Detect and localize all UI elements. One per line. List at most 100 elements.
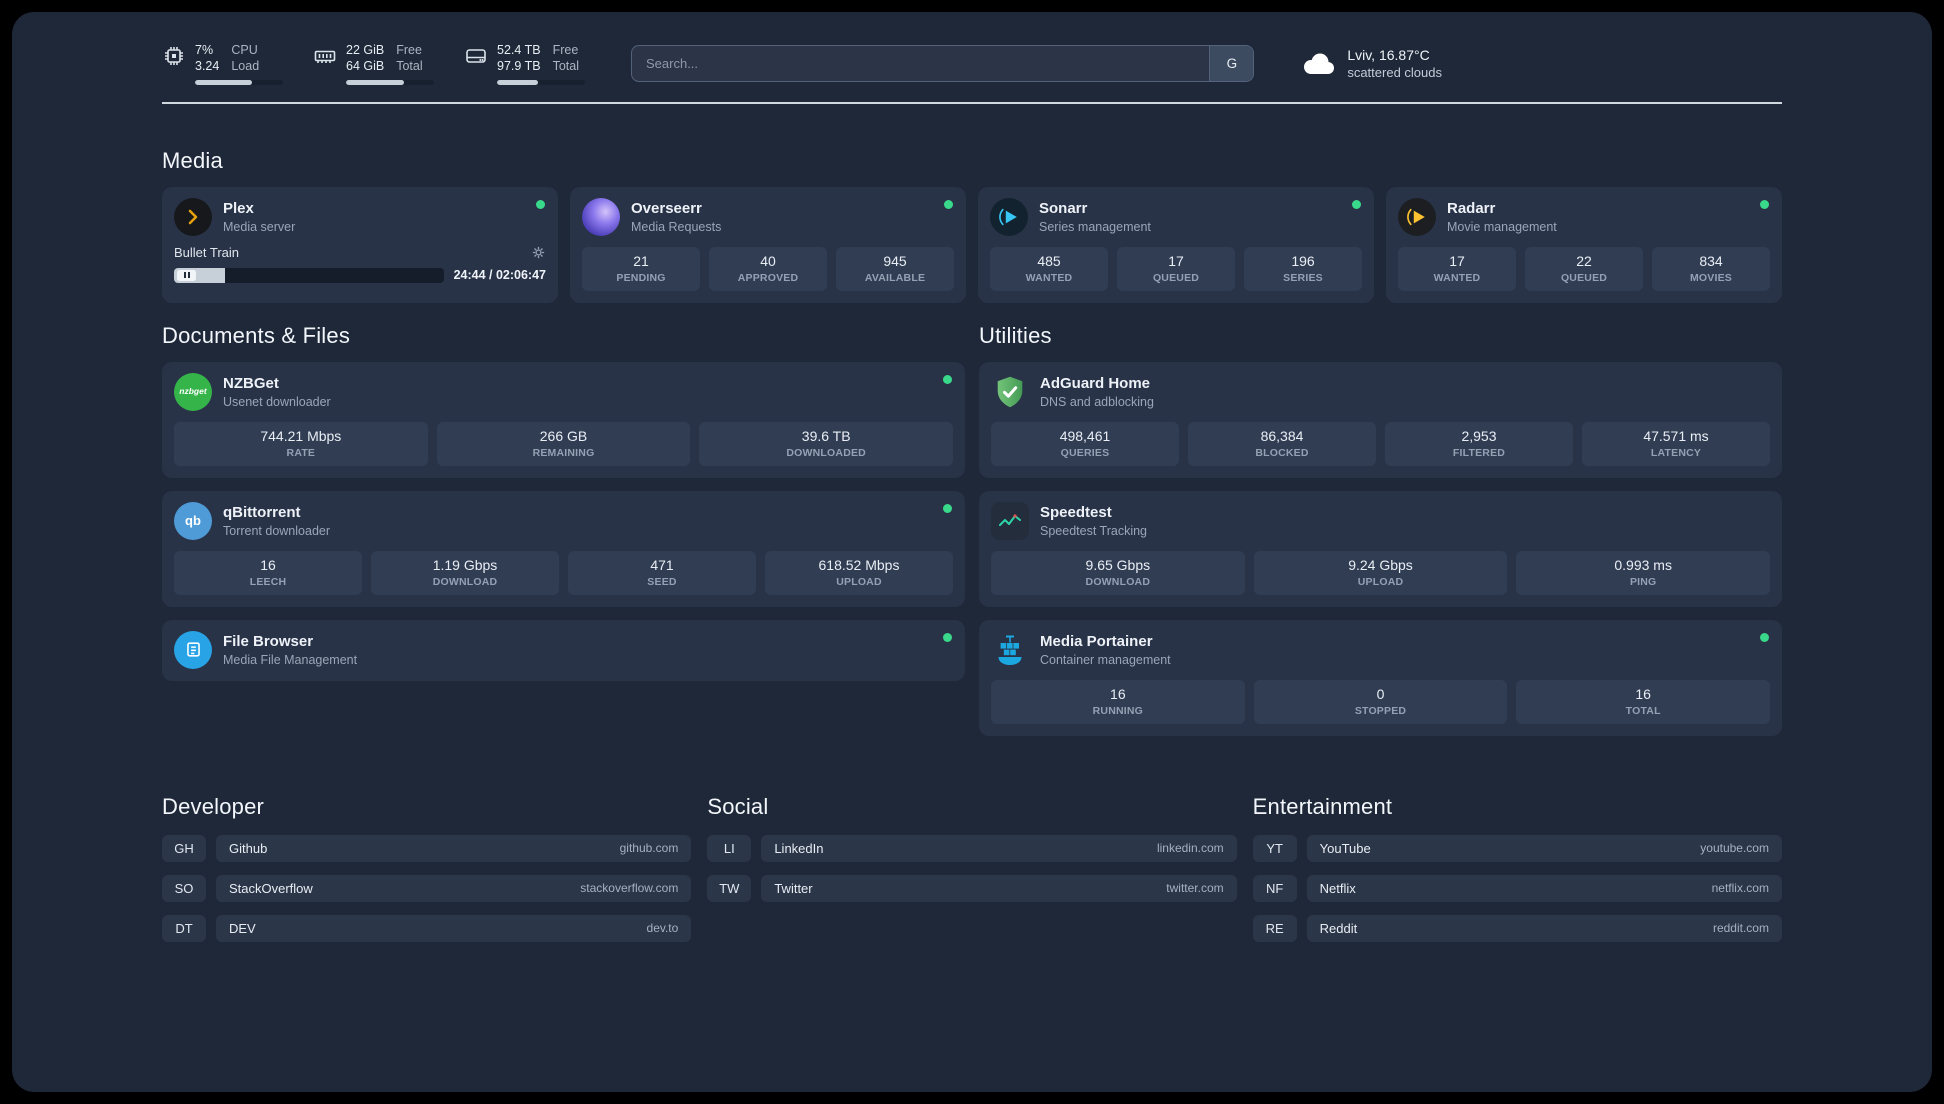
app-name: Media Portainer [1040, 632, 1153, 650]
radarr-card[interactable]: Radarr Movie management 17 WANTED 22 QUE… [1386, 186, 1782, 303]
bookmark-abbr[interactable]: TW [707, 874, 752, 902]
bookmark-url: dev.to [646, 921, 679, 935]
ram-widget: 22 GiB 64 GiB Free Total [313, 42, 434, 85]
app-name: AdGuard Home [1040, 374, 1151, 392]
status-dot [943, 374, 952, 384]
bookmark-abbr[interactable]: LI [707, 834, 752, 862]
stat-tile: 196 SERIES [1244, 246, 1362, 291]
adguard-shield-icon [991, 373, 1029, 411]
bookmark-link[interactable]: DEV dev.to [216, 914, 692, 942]
bookmark-item[interactable]: YT YouTube youtube.com [1252, 834, 1782, 862]
speedtest-chart-icon [991, 501, 1029, 540]
section-heading-social: Social [707, 793, 769, 819]
overseerr-card[interactable]: Overseerr Media Requests 21 PENDING 40 A… [570, 186, 966, 303]
bookmark-abbr[interactable]: SO [162, 874, 206, 902]
stat-tile: 0.993 ms PING [1516, 550, 1771, 595]
gear-icon[interactable] [531, 245, 546, 260]
qbittorrent-card[interactable]: qb qBittorrent Torrent downloader 16 LEE… [162, 490, 965, 607]
stat-label: DOWNLOAD [1085, 575, 1151, 588]
pause-icon[interactable] [177, 269, 196, 281]
stat-tile: 16 RUNNING [991, 679, 1245, 724]
stat-label: WANTED [1025, 271, 1073, 284]
stat-label: REMAINING [532, 446, 595, 459]
stat-value: 40 [760, 252, 776, 269]
app-subtitle: DNS and adblocking [1040, 394, 1154, 409]
stat-value: 196 [1291, 252, 1315, 269]
bookmark-item[interactable]: GH Github github.com [162, 834, 692, 862]
stat-tile: 16 LEECH [174, 550, 362, 595]
bookmark-link[interactable]: Reddit reddit.com [1306, 914, 1782, 942]
screen: 7% 3.24 CPU Load 22 GiB 64 GiB Free Tota… [0, 0, 1944, 1104]
search-input[interactable] [632, 45, 1210, 81]
app-name: Speedtest [1040, 503, 1112, 521]
stat-tile: 471 SEED [568, 550, 756, 595]
bookmark-url: linkedin.com [1156, 841, 1224, 855]
weather-condition: scattered clouds [1347, 64, 1442, 80]
bookmark-item[interactable]: LI LinkedIn linkedin.com [707, 834, 1237, 862]
stat-value: 9.24 Gbps [1348, 556, 1413, 573]
ram-progress-bar [346, 79, 434, 85]
bookmark-item[interactable]: DT DEV dev.to [162, 914, 692, 942]
bookmark-abbr[interactable]: YT [1252, 834, 1297, 862]
bookmark-link[interactable]: LinkedIn linkedin.com [761, 834, 1237, 862]
stat-tile: 2,953 FILTERED [1385, 421, 1573, 466]
stat-tile: 834 MOVIES [1652, 246, 1770, 291]
bookmark-item[interactable]: RE Reddit reddit.com [1252, 914, 1782, 942]
now-playing-title: Bullet Train [174, 244, 240, 260]
playback-time: 24:44 / 02:06:47 [453, 268, 546, 282]
nzbget-card[interactable]: nzbget NZBGet Usenet downloader 744.21 M… [162, 361, 965, 478]
bookmark-abbr[interactable]: DT [162, 914, 206, 942]
stat-label: FILTERED [1452, 446, 1506, 459]
bookmark-abbr[interactable]: GH [162, 834, 206, 862]
bookmark-link[interactable]: Netflix netflix.com [1306, 874, 1782, 902]
status-dot [1760, 199, 1769, 209]
bookmark-item[interactable]: SO StackOverflow stackoverflow.com [162, 874, 692, 902]
stat-label: MOVIES [1689, 271, 1733, 284]
ram-free-value: 22 GiB [346, 43, 385, 57]
stat-label: QUEUED [1560, 271, 1608, 284]
playback-progress-bar[interactable] [174, 267, 444, 283]
stat-value: 39.6 TB [801, 427, 851, 444]
bookmark-name: DEV [229, 920, 256, 936]
bookmark-abbr[interactable]: RE [1252, 914, 1297, 942]
bookmark-link[interactable]: Twitter twitter.com [761, 874, 1237, 902]
portainer-card[interactable]: Media Portainer Container management 16 … [979, 619, 1782, 736]
ram-total-label: Total [396, 59, 423, 74]
bookmark-url: github.com [619, 841, 679, 855]
search-bar[interactable]: G [631, 44, 1255, 82]
app-subtitle: Series management [1039, 219, 1151, 234]
app-subtitle: Media File Management [223, 652, 358, 667]
adguard-card[interactable]: AdGuard Home DNS and adblocking 498,461 … [979, 361, 1782, 478]
bookmark-name: LinkedIn [774, 840, 824, 856]
app-subtitle: Container management [1040, 652, 1171, 667]
stat-label: AVAILABLE [864, 271, 926, 284]
stat-value: 16 [1635, 685, 1651, 702]
stat-tile: 1.19 Gbps DOWNLOAD [371, 550, 559, 595]
search-engine-button[interactable]: G [1209, 45, 1254, 81]
filebrowser-card[interactable]: File Browser Media File Management [162, 619, 965, 681]
app-name: qBittorrent [223, 503, 301, 521]
bookmark-name: StackOverflow [229, 880, 313, 896]
cpu-load-value: 3.24 [195, 59, 220, 74]
status-dot [943, 503, 952, 513]
status-dot [944, 199, 953, 209]
section-heading-entertainment: Entertainment [1252, 793, 1393, 819]
cpu-load-label: Load [231, 59, 260, 74]
bookmark-link[interactable]: YouTube youtube.com [1306, 834, 1782, 862]
stat-tile: 47.571 ms LATENCY [1582, 421, 1770, 466]
utilities-section: Utilities AdGuard Home DNS and adblockin… [979, 323, 1782, 736]
bookmark-abbr[interactable]: NF [1252, 874, 1297, 902]
app-name: Overseerr [631, 199, 702, 217]
stat-label: BLOCKED [1255, 446, 1309, 459]
stat-label: RUNNING [1092, 704, 1144, 717]
plex-card[interactable]: Plex Media server Bullet Train 24:44 / 0… [162, 186, 558, 303]
speedtest-card[interactable]: Speedtest Speedtest Tracking 9.65 Gbps D… [979, 490, 1782, 607]
bookmark-link[interactable]: Github github.com [216, 834, 692, 862]
app-name: Plex [223, 199, 254, 217]
stat-tile: 16 TOTAL [1516, 679, 1771, 724]
bookmark-item[interactable]: TW Twitter twitter.com [707, 874, 1237, 902]
sonarr-card[interactable]: Sonarr Series management 485 WANTED 17 Q… [978, 186, 1374, 303]
bookmark-link[interactable]: StackOverflow stackoverflow.com [216, 874, 692, 902]
bookmark-item[interactable]: NF Netflix netflix.com [1252, 874, 1782, 902]
stat-value: 9.65 Gbps [1085, 556, 1151, 573]
